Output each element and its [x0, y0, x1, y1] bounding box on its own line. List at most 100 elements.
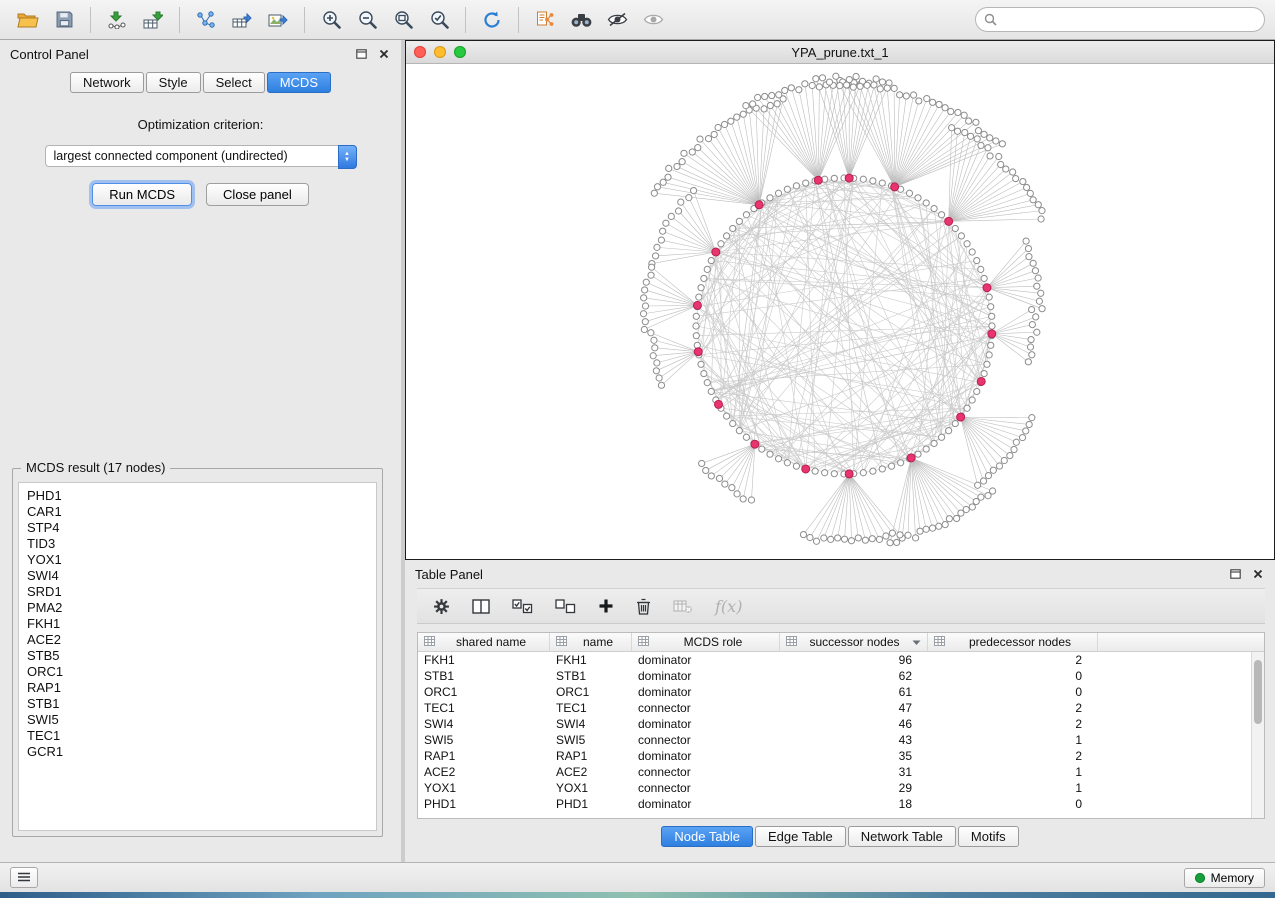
close-panel-icon[interactable] — [1251, 567, 1265, 581]
import-disabled-icon[interactable] — [671, 597, 695, 616]
mcds-result-item[interactable]: CAR1 — [27, 504, 368, 520]
table-cell: SWI5 — [550, 733, 632, 747]
mcds-result-item[interactable]: SWI5 — [27, 712, 368, 728]
table-row[interactable]: RAP1RAP1dominator352 — [418, 748, 1264, 764]
tab-network[interactable]: Network — [70, 72, 144, 93]
table-cell: 61 — [780, 685, 928, 699]
column-header-successor-nodes[interactable]: successor nodes — [780, 633, 928, 651]
table-cell: 31 — [780, 765, 928, 779]
close-panel-icon[interactable] — [377, 47, 391, 61]
zoom-selected-icon[interactable] — [421, 4, 457, 36]
mcds-buttons: Run MCDS Close panel — [0, 183, 401, 206]
tab-edge-table[interactable]: Edge Table — [755, 826, 846, 847]
table-row[interactable]: PHD1PHD1dominator180 — [418, 796, 1264, 812]
table-cell: 46 — [780, 717, 928, 731]
column-header-name[interactable]: name — [550, 633, 632, 651]
float-panel-icon[interactable] — [1228, 567, 1243, 581]
right-column: YPA_prune.txt_1 Table Panel f(x) shared … — [405, 40, 1275, 862]
deselect-all-icon[interactable] — [553, 597, 578, 616]
tab-mcds[interactable]: MCDS — [267, 72, 331, 93]
mcds-result-item[interactable]: SRD1 — [27, 584, 368, 600]
search-network-icon[interactable] — [563, 4, 599, 36]
run-mcds-button[interactable]: Run MCDS — [92, 183, 192, 206]
window-minimize-button[interactable] — [434, 46, 446, 58]
toolbar-separator — [465, 7, 466, 33]
scrollbar-thumb[interactable] — [1254, 660, 1262, 724]
search-input[interactable] — [975, 7, 1265, 32]
criterion-selected-value: largest connected component (undirected) — [46, 146, 334, 166]
tab-style[interactable]: Style — [146, 72, 201, 93]
mcds-result-item[interactable]: GCR1 — [27, 744, 368, 760]
mcds-result-item[interactable]: SWI4 — [27, 568, 368, 584]
table-scrollbar[interactable] — [1251, 652, 1264, 818]
control-panel-titlebar: Control Panel — [0, 40, 401, 68]
function-icon[interactable]: f(x) — [713, 595, 744, 618]
table-panel-title: Table Panel — [415, 567, 483, 582]
table-row[interactable]: YOX1YOX1connector291 — [418, 780, 1264, 796]
mcds-result-item[interactable]: YOX1 — [27, 552, 368, 568]
zoom-in-icon[interactable] — [313, 4, 349, 36]
table-row[interactable]: STB1STB1dominator620 — [418, 668, 1264, 684]
export-table-icon[interactable] — [224, 4, 260, 36]
mcds-result-item[interactable]: FKH1 — [27, 616, 368, 632]
float-panel-icon[interactable] — [354, 47, 369, 61]
hide-selected-icon[interactable] — [599, 4, 635, 36]
network-window-title: YPA_prune.txt_1 — [406, 45, 1274, 60]
delete-icon[interactable] — [634, 596, 653, 617]
zoom-fit-icon[interactable] — [385, 4, 421, 36]
mcds-result-item[interactable]: ORC1 — [27, 664, 368, 680]
mcds-result-item[interactable]: STB1 — [27, 696, 368, 712]
mcds-result-item[interactable]: PMA2 — [27, 600, 368, 616]
column-label: successor nodes — [801, 635, 908, 649]
mcds-result-list[interactable]: PHD1CAR1STP4TID3YOX1SWI4SRD1PMA2FKH1ACE2… — [18, 482, 377, 831]
window-zoom-button[interactable] — [454, 46, 466, 58]
import-table-icon[interactable] — [135, 4, 171, 36]
zoom-out-icon[interactable] — [349, 4, 385, 36]
close-panel-button[interactable]: Close panel — [206, 183, 309, 206]
mcds-result-item[interactable]: RAP1 — [27, 680, 368, 696]
table-row[interactable]: SWI4SWI4dominator462 — [418, 716, 1264, 732]
select-all-icon[interactable] — [510, 597, 535, 616]
save-icon[interactable] — [46, 4, 82, 36]
share-document-icon[interactable] — [527, 4, 563, 36]
columns-icon[interactable] — [470, 597, 492, 616]
tab-select[interactable]: Select — [203, 72, 265, 93]
status-menu-button[interactable] — [10, 867, 38, 888]
add-icon[interactable] — [596, 596, 616, 616]
column-header-predecessor-nodes[interactable]: predecessor nodes — [928, 633, 1098, 651]
mcds-result-item[interactable]: STB5 — [27, 648, 368, 664]
memory-button[interactable]: Memory — [1184, 868, 1265, 888]
network-canvas[interactable] — [406, 64, 1274, 559]
table-row[interactable]: ACE2ACE2connector311 — [418, 764, 1264, 780]
window-close-button[interactable] — [414, 46, 426, 58]
table-panel-tabs: Node Table Edge Table Network Table Moti… — [405, 819, 1275, 854]
mcds-result-item[interactable]: ACE2 — [27, 632, 368, 648]
export-network-icon[interactable] — [188, 4, 224, 36]
tab-network-table[interactable]: Network Table — [848, 826, 956, 847]
table-row[interactable]: FKH1FKH1dominator962 — [418, 652, 1264, 668]
import-network-icon[interactable] — [99, 4, 135, 36]
tab-node-table[interactable]: Node Table — [661, 826, 753, 847]
open-folder-icon[interactable] — [10, 4, 46, 36]
refresh-icon[interactable] — [474, 4, 510, 36]
table-row[interactable]: TEC1TEC1connector472 — [418, 700, 1264, 716]
tab-motifs[interactable]: Motifs — [958, 826, 1019, 847]
export-image-icon[interactable] — [260, 4, 296, 36]
mcds-result-item[interactable]: STP4 — [27, 520, 368, 536]
show-hidden-icon[interactable] — [635, 4, 671, 36]
mcds-result-item[interactable]: PHD1 — [27, 488, 368, 504]
table-cell: ACE2 — [418, 765, 550, 779]
table-cell: PHD1 — [418, 797, 550, 811]
column-header-mcds-role[interactable]: MCDS role — [632, 633, 780, 651]
mcds-result-item[interactable]: TID3 — [27, 536, 368, 552]
gear-icon[interactable] — [431, 596, 452, 617]
network-graph[interactable] — [406, 64, 1274, 559]
table-cell: 43 — [780, 733, 928, 747]
table-row[interactable]: SWI5SWI5connector431 — [418, 732, 1264, 748]
mcds-result-item[interactable]: TEC1 — [27, 728, 368, 744]
criterion-select[interactable]: largest connected component (undirected)… — [45, 145, 357, 167]
table-row[interactable]: ORC1ORC1dominator610 — [418, 684, 1264, 700]
column-header-shared-name[interactable]: shared name — [418, 633, 550, 651]
table-cell: 1 — [928, 781, 1098, 795]
table-cell: connector — [632, 765, 780, 779]
